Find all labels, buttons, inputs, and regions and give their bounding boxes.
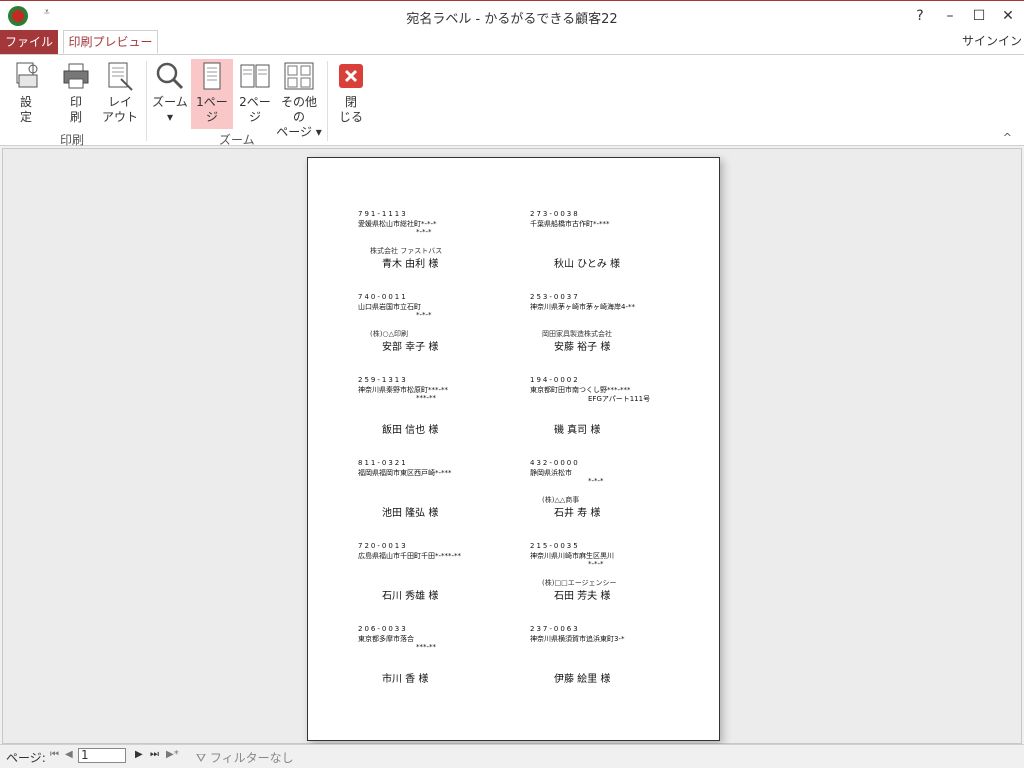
prev-page-icon[interactable]: ◀ xyxy=(65,749,73,760)
two-page-icon xyxy=(240,61,270,91)
tab-file[interactable]: ファイル xyxy=(0,30,58,54)
label-name: 市川 香 様 xyxy=(382,674,429,685)
layout-button[interactable]: レイ アウト xyxy=(100,59,140,129)
window-title: 宛名ラベル - かるがるできる顧客22 xyxy=(406,12,618,27)
label-zip: 811-0321 xyxy=(358,459,408,467)
label-zip: 215-0035 xyxy=(530,542,580,550)
ribbon-separator xyxy=(146,61,147,141)
address-label: 432-0000 静岡県浜松市 *-*-* (株)△△商事 石井 寿 様 xyxy=(530,459,710,539)
help-button[interactable]: ? xyxy=(907,5,933,27)
label-addr1: 福岡県福岡市東区西戸崎*-*** xyxy=(358,469,452,477)
address-label: 259-1313 神奈川県秦野市松原町***-** ***-** 飯田 信也 様 xyxy=(358,376,538,456)
label-addr2: EFGアパート111号 xyxy=(588,395,651,403)
printer-icon xyxy=(61,61,91,91)
one-page-icon xyxy=(197,61,227,91)
close-window-button[interactable]: ✕ xyxy=(995,5,1021,27)
ribbon-tabs: ファイル 印刷プレビュー サインイン xyxy=(0,30,1024,54)
label-addr1: 神奈川県茅ヶ崎市茅ヶ崎海岸4-** xyxy=(530,303,635,311)
label-name: 石井 寿 様 xyxy=(554,508,601,519)
maximize-button[interactable]: ☐ xyxy=(966,5,992,27)
label-addr2: *-*-* xyxy=(588,560,604,568)
close-icon xyxy=(336,61,366,91)
collapse-ribbon-icon[interactable]: ^ xyxy=(1003,131,1012,144)
address-label: 273-0038 千葉県船橋市古作町*-*** 秋山 ひとみ 様 xyxy=(530,210,710,290)
label-addr2: *-*-* xyxy=(416,228,432,236)
page-label: ページ: xyxy=(6,751,46,765)
label-name: 石田 芳夫 様 xyxy=(554,591,611,602)
label-name: 池田 隆弘 様 xyxy=(382,508,439,519)
label-zip: 273-0038 xyxy=(530,210,580,218)
label-name: 伊藤 絵里 様 xyxy=(554,674,611,685)
layout-icon xyxy=(105,61,135,91)
ribbon: 設 定 印 刷 レイ アウト 印刷 ズーム ▾ 1ペー ジ 2ペー ジ その他の… xyxy=(0,54,1024,147)
label-zip: 720-0013 xyxy=(358,542,408,550)
filter-label: フィルターなし xyxy=(209,751,294,765)
address-label: 791-1113 愛媛県松山市総社町*-*-* *-*-* 株式会社 ファストバス 青木… xyxy=(358,210,538,290)
group-print-label: 印刷 xyxy=(60,133,85,147)
label-zip: 194-0002 xyxy=(530,376,580,384)
close-preview-button[interactable]: 閉 じる xyxy=(333,59,369,129)
label-name: 安部 幸子 様 xyxy=(382,342,439,353)
address-label: 206-0033 東京都多摩市落合 ***-** 市川 香 様 xyxy=(358,625,538,705)
next-page-icon[interactable]: ▶ xyxy=(135,749,143,760)
label-name: 安藤 裕子 様 xyxy=(554,342,611,353)
label-zip: 791-1113 xyxy=(358,210,408,218)
last-page-icon[interactable]: ⏭ xyxy=(150,749,159,760)
label-addr2: *-*-* xyxy=(416,311,432,319)
group-zoom-label: ズーム xyxy=(219,133,255,147)
other-pages-button[interactable]: その他の ページ ▾ xyxy=(276,59,322,139)
address-label: 720-0013 広島県福山市千田町千田*-***-** 石川 秀雄 様 xyxy=(358,542,538,622)
two-page-button[interactable]: 2ペー ジ xyxy=(235,59,275,129)
label-zip: 740-0011 xyxy=(358,293,408,301)
one-page-button[interactable]: 1ペー ジ xyxy=(191,59,233,129)
label-zip: 237-0063 xyxy=(530,625,580,633)
label-sheet: 791-1113 愛媛県松山市総社町*-*-* *-*-* 株式会社 ファストバス 青木… xyxy=(307,157,720,741)
label-name: 石川 秀雄 様 xyxy=(382,591,439,602)
preview-area[interactable]: 791-1113 愛媛県松山市総社町*-*-* *-*-* 株式会社 ファストバス 青木… xyxy=(2,148,1022,744)
status-bar: ページ: ⏮ ◀ 1 ▶ ⏭ ▶* ⛛ フィルターなし xyxy=(0,744,1024,768)
label-zip: 432-0000 xyxy=(530,459,580,467)
ribbon-separator xyxy=(327,61,328,141)
label-zip: 206-0033 xyxy=(358,625,408,633)
label-zip: 259-1313 xyxy=(358,376,408,384)
label-addr1: 広島県福山市千田町千田*-***-** xyxy=(358,552,462,560)
page-setup-icon xyxy=(11,61,41,91)
label-addr1: 神奈川県横須賀市追浜東町3-* xyxy=(530,635,625,643)
address-label: 253-0037 神奈川県茅ヶ崎市茅ヶ崎海岸4-** 岡田家具製造株式会社 安藤 裕子… xyxy=(530,293,710,373)
label-addr1: 静岡県浜松市 xyxy=(530,469,572,477)
new-record-icon[interactable]: ▶* xyxy=(166,749,179,760)
label-name: 秋山 ひとみ 様 xyxy=(554,259,621,270)
multi-page-icon xyxy=(284,61,314,91)
magnifier-icon xyxy=(155,61,185,91)
label-zip: 253-0037 xyxy=(530,293,580,301)
label-addr1: 千葉県船橋市古作町*-*** xyxy=(530,220,610,228)
address-label: 237-0063 神奈川県横須賀市追浜東町3-* 伊藤 絵里 様 xyxy=(530,625,710,705)
label-addr2: *-*-* xyxy=(588,477,604,485)
zoom-button[interactable]: ズーム ▾ xyxy=(150,59,190,129)
signin-link[interactable]: サインイン xyxy=(962,32,1022,49)
filter-status[interactable]: ⛛ フィルターなし xyxy=(196,749,294,766)
address-label: 194-0002 東京都町田市南つくし野***-*** EFGアパート111号磯 真… xyxy=(530,376,710,456)
label-addr1: 山口県岩国市立石町 xyxy=(358,303,421,311)
label-name: 飯田 信也 様 xyxy=(382,425,439,436)
label-name: 青木 由利 様 xyxy=(382,259,439,270)
label-addr2: ***-** xyxy=(416,394,437,402)
page-number-input[interactable]: 1 xyxy=(78,748,126,763)
page-setup-button[interactable]: 設 定 xyxy=(6,59,46,129)
minimize-button[interactable]: – xyxy=(937,5,963,27)
first-page-icon[interactable]: ⏮ xyxy=(50,749,59,760)
tab-print-preview[interactable]: 印刷プレビュー xyxy=(63,30,158,54)
address-label: 740-0011 山口県岩国市立石町 *-*-* (株)○△印刷 安部 幸子 様 xyxy=(358,293,538,373)
label-name: 磯 真司 様 xyxy=(554,425,601,436)
label-addr2: ***-** xyxy=(416,643,437,651)
address-label: 811-0321 福岡県福岡市東区西戸崎*-*** 池田 隆弘 様 xyxy=(358,459,538,539)
label-addr1: 東京都多摩市落合 xyxy=(358,635,414,643)
print-button[interactable]: 印 刷 xyxy=(56,59,96,129)
address-label: 215-0035 神奈川県川崎市麻生区黒川 *-*-* (株)□□エージェンシー 石田 … xyxy=(530,542,710,622)
title-bar: ⩡ 宛名ラベル - かるがるできる顧客22 ? – ☐ ✕ xyxy=(0,0,1024,30)
